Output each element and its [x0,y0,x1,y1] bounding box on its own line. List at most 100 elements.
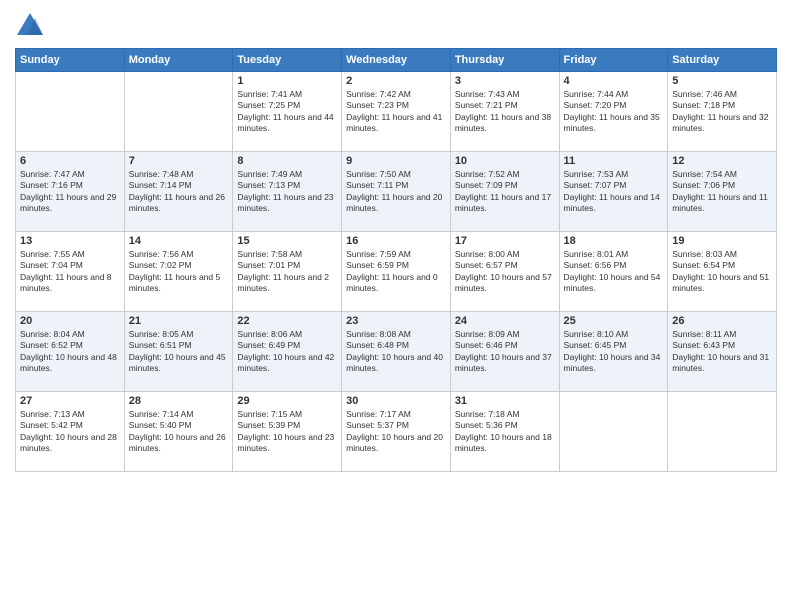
day-number: 14 [129,235,229,247]
day-number: 29 [237,395,337,407]
day-content: Sunrise: 8:03 AMSunset: 6:54 PMDaylight:… [672,249,772,295]
day-content: Sunrise: 7:13 AMSunset: 5:42 PMDaylight:… [20,409,120,455]
logo-icon [15,10,45,40]
day-content: Sunrise: 7:15 AMSunset: 5:39 PMDaylight:… [237,409,337,455]
calendar-cell: 2 Sunrise: 7:42 AMSunset: 7:23 PMDaylight… [342,72,451,152]
day-content: Sunrise: 7:42 AMSunset: 7:23 PMDaylight:… [346,89,446,135]
calendar-cell: 21Sunrise: 8:05 AMSunset: 6:51 PMDayligh… [124,312,233,392]
calendar-cell: 29 Sunrise: 7:15 AMSunset: 5:39 PMDayligh… [233,392,342,472]
day-content: Sunrise: 7:54 AMSunset: 7:06 PMDaylight:… [672,169,772,215]
calendar-week-row: 27 Sunrise: 7:13 AMSunset: 5:42 PMDayligh… [16,392,777,472]
calendar-cell [16,72,125,152]
day-number: 24 [455,315,555,327]
calendar-cell: 24 Sunrise: 8:09 AMSunset: 6:46 PMDayligh… [450,312,559,392]
day-content: Sunrise: 8:05 AMSunset: 6:51 PMDaylight:… [129,329,229,375]
calendar-cell: 19 Sunrise: 8:03 AMSunset: 6:54 PMDayligh… [668,232,777,312]
day-number: 20 [20,315,120,327]
day-content: Sunrise: 7:52 AMSunset: 7:09 PMDaylight:… [455,169,555,215]
day-content: Sunrise: 7:47 AMSunset: 7:16 PMDaylight:… [20,169,120,215]
calendar-cell: 31 Sunrise: 7:18 AMSunset: 5:36 PMDayligh… [450,392,559,472]
calendar-table: SundayMondayTuesdayWednesdayThursdayFrid… [15,48,777,472]
day-number: 28 [129,395,229,407]
calendar-cell: 23 Sunrise: 8:08 AMSunset: 6:48 PMDayligh… [342,312,451,392]
day-content: Sunrise: 7:18 AMSunset: 5:36 PMDaylight:… [455,409,555,455]
day-number: 8 [237,155,337,167]
calendar-cell: 10 Sunrise: 7:52 AMSunset: 7:09 PMDayligh… [450,152,559,232]
day-number: 2 [346,75,446,87]
day-content: Sunrise: 8:11 AMSunset: 6:43 PMDaylight:… [672,329,772,375]
day-content: Sunrise: 7:59 AMSunset: 6:59 PMDaylight:… [346,249,446,295]
calendar-cell: 26 Sunrise: 8:11 AMSunset: 6:43 PMDayligh… [668,312,777,392]
day-number: 5 [672,75,772,87]
calendar-cell: 16 Sunrise: 7:59 AMSunset: 6:59 PMDayligh… [342,232,451,312]
day-content: Sunrise: 8:06 AMSunset: 6:49 PMDaylight:… [237,329,337,375]
day-number: 15 [237,235,337,247]
calendar-day-header: Thursday [450,49,559,72]
calendar-cell: 6 Sunrise: 7:47 AMSunset: 7:16 PMDaylight… [16,152,125,232]
calendar-day-header: Sunday [16,49,125,72]
day-content: Sunrise: 8:09 AMSunset: 6:46 PMDaylight:… [455,329,555,375]
day-number: 18 [564,235,664,247]
day-content: Sunrise: 7:53 AMSunset: 7:07 PMDaylight:… [564,169,664,215]
calendar-week-row: 6 Sunrise: 7:47 AMSunset: 7:16 PMDaylight… [16,152,777,232]
header [15,10,777,40]
logo [15,10,49,40]
calendar-cell: 13Sunrise: 7:55 AMSunset: 7:04 PMDayligh… [16,232,125,312]
day-content: Sunrise: 7:44 AMSunset: 7:20 PMDaylight:… [564,89,664,135]
calendar-day-header: Saturday [668,49,777,72]
day-number: 30 [346,395,446,407]
day-number: 1 [237,75,337,87]
day-number: 12 [672,155,772,167]
day-content: Sunrise: 7:17 AMSunset: 5:37 PMDaylight:… [346,409,446,455]
day-content: Sunrise: 7:58 AMSunset: 7:01 PMDaylight:… [237,249,337,295]
calendar-cell: 12 Sunrise: 7:54 AMSunset: 7:06 PMDayligh… [668,152,777,232]
day-content: Sunrise: 7:56 AMSunset: 7:02 PMDaylight:… [129,249,229,295]
day-number: 6 [20,155,120,167]
day-number: 22 [237,315,337,327]
day-number: 26 [672,315,772,327]
calendar-day-header: Tuesday [233,49,342,72]
calendar-cell: 18 Sunrise: 8:01 AMSunset: 6:56 PMDayligh… [559,232,668,312]
calendar-day-header: Monday [124,49,233,72]
day-number: 27 [20,395,120,407]
day-number: 11 [564,155,664,167]
calendar-cell: 1 Sunrise: 7:41 AMSunset: 7:25 PMDaylight… [233,72,342,152]
calendar-cell: 9 Sunrise: 7:50 AMSunset: 7:11 PMDaylight… [342,152,451,232]
day-number: 17 [455,235,555,247]
day-number: 3 [455,75,555,87]
calendar-week-row: 13Sunrise: 7:55 AMSunset: 7:04 PMDayligh… [16,232,777,312]
day-content: Sunrise: 7:43 AMSunset: 7:21 PMDaylight:… [455,89,555,135]
calendar-cell: 30 Sunrise: 7:17 AMSunset: 5:37 PMDayligh… [342,392,451,472]
calendar-cell: 8Sunrise: 7:49 AMSunset: 7:13 PMDaylight… [233,152,342,232]
calendar-cell: 22 Sunrise: 8:06 AMSunset: 6:49 PMDayligh… [233,312,342,392]
calendar-cell: 28 Sunrise: 7:14 AMSunset: 5:40 PMDayligh… [124,392,233,472]
calendar-cell [559,392,668,472]
calendar-cell: 7Sunrise: 7:48 AMSunset: 7:14 PMDaylight… [124,152,233,232]
day-number: 19 [672,235,772,247]
day-content: Sunrise: 8:10 AMSunset: 6:45 PMDaylight:… [564,329,664,375]
calendar-cell: 20 Sunrise: 8:04 AMSunset: 6:52 PMDayligh… [16,312,125,392]
day-content: Sunrise: 7:41 AMSunset: 7:25 PMDaylight:… [237,89,337,135]
calendar-cell: 4Sunrise: 7:44 AMSunset: 7:20 PMDaylight… [559,72,668,152]
calendar-cell: 25 Sunrise: 8:10 AMSunset: 6:45 PMDayligh… [559,312,668,392]
calendar-cell: 3 Sunrise: 7:43 AMSunset: 7:21 PMDaylight… [450,72,559,152]
page: SundayMondayTuesdayWednesdayThursdayFrid… [0,0,792,612]
calendar-week-row: 20 Sunrise: 8:04 AMSunset: 6:52 PMDayligh… [16,312,777,392]
day-content: Sunrise: 8:08 AMSunset: 6:48 PMDaylight:… [346,329,446,375]
day-content: Sunrise: 8:04 AMSunset: 6:52 PMDaylight:… [20,329,120,375]
day-content: Sunrise: 7:14 AMSunset: 5:40 PMDaylight:… [129,409,229,455]
day-number: 16 [346,235,446,247]
calendar-cell: 5Sunrise: 7:46 AMSunset: 7:18 PMDaylight… [668,72,777,152]
calendar-week-row: 1 Sunrise: 7:41 AMSunset: 7:25 PMDaylight… [16,72,777,152]
day-content: Sunrise: 8:01 AMSunset: 6:56 PMDaylight:… [564,249,664,295]
day-content: Sunrise: 7:50 AMSunset: 7:11 PMDaylight:… [346,169,446,215]
day-number: 25 [564,315,664,327]
day-number: 10 [455,155,555,167]
calendar-cell: 15 Sunrise: 7:58 AMSunset: 7:01 PMDayligh… [233,232,342,312]
day-number: 31 [455,395,555,407]
day-content: Sunrise: 7:48 AMSunset: 7:14 PMDaylight:… [129,169,229,215]
day-number: 9 [346,155,446,167]
day-number: 23 [346,315,446,327]
calendar-cell: 27 Sunrise: 7:13 AMSunset: 5:42 PMDayligh… [16,392,125,472]
day-content: Sunrise: 7:55 AMSunset: 7:04 PMDaylight:… [20,249,120,295]
